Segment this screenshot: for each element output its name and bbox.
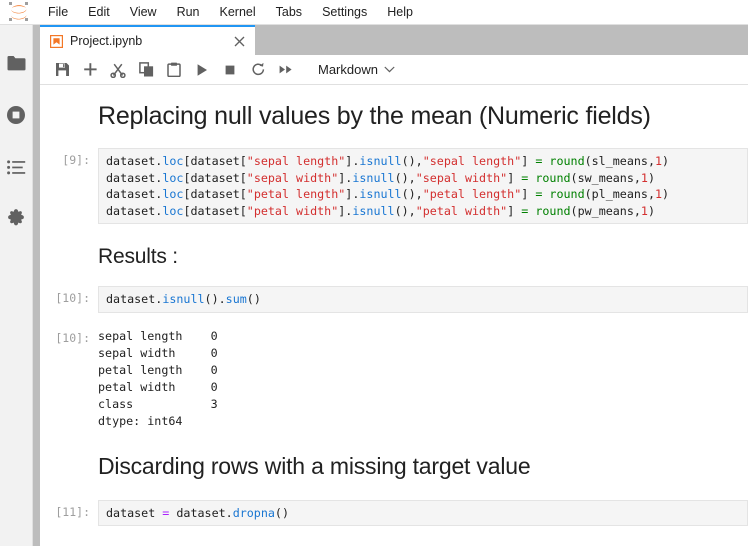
- plus-icon: [83, 63, 97, 76]
- restart-run-all-button[interactable]: [272, 57, 300, 83]
- running-icon: [7, 106, 25, 124]
- menu-help[interactable]: Help: [377, 0, 423, 25]
- markdown-cell-heading-discarding-rows[interactable]: Discarding rows with a missing target va…: [40, 452, 748, 480]
- menu-file[interactable]: File: [38, 0, 78, 25]
- menu-kernel[interactable]: Kernel: [210, 0, 266, 25]
- interrupt-kernel-button[interactable]: [216, 57, 244, 83]
- cell-prompt: [40, 244, 98, 270]
- output-line: petal length 0: [98, 362, 218, 377]
- scissors-icon: [110, 63, 126, 78]
- tab-project-ipynb[interactable]: Project.ipynb: [40, 25, 255, 55]
- code-line: dataset.loc[dataset["sepal width"].isnul…: [106, 170, 656, 185]
- output-body: sepal length 0 sepal width 0 petal lengt…: [98, 326, 748, 430]
- code-cell-isnull-sum[interactable]: [10]: dataset.isnull().sum(): [40, 286, 748, 313]
- code-line: dataset.loc[dataset["petal width"].isnul…: [106, 203, 656, 218]
- cell-prompt: [10]:: [55, 291, 90, 305]
- cell-type-dropdown[interactable]: Markdown: [314, 58, 399, 82]
- markdown-cell-heading-replacing-null[interactable]: Replacing null values by the mean (Numer…: [40, 101, 748, 131]
- menu-view[interactable]: View: [120, 0, 167, 25]
- menu-edit[interactable]: Edit: [78, 0, 120, 25]
- code-cell-dropna[interactable]: [11]: dataset = dataset.dropna(): [40, 499, 748, 526]
- sidebar-item-commands[interactable]: [0, 141, 33, 193]
- folder-icon: [7, 55, 25, 70]
- code-editor[interactable]: dataset.loc[dataset["sepal length"].isnu…: [98, 148, 748, 224]
- jupyter-logo: [0, 0, 38, 25]
- cell-prompt: [11]:: [55, 504, 90, 519]
- page-title: Replacing null values by the mean (Numer…: [98, 102, 651, 130]
- menu-tabs[interactable]: Tabs: [266, 0, 312, 25]
- sidebar-item-file-browser[interactable]: [0, 37, 33, 89]
- restart-kernel-button[interactable]: [244, 57, 272, 83]
- stop-icon: [225, 65, 235, 74]
- output-line: petal width 0: [98, 379, 218, 394]
- menu-run[interactable]: Run: [167, 0, 210, 25]
- close-icon[interactable]: [231, 33, 247, 49]
- sidebar-item-running-terminals[interactable]: [0, 89, 33, 141]
- code-editor[interactable]: dataset = dataset.dropna(): [98, 499, 748, 526]
- markdown-body: Replacing null values by the mean (Numer…: [98, 101, 748, 131]
- jupyterlab-window: File Edit View Run Kernel Tabs Settings …: [0, 0, 748, 546]
- cell-prompt: [40, 101, 98, 131]
- paste-cells-button[interactable]: [160, 57, 188, 83]
- markdown-body: Discarding rows with a missing target va…: [98, 452, 748, 480]
- fast-forward-icon: [279, 65, 292, 74]
- menu-items: File Edit View Run Kernel Tabs Settings …: [38, 0, 423, 25]
- sidebar-item-extension-manager[interactable]: [0, 193, 33, 245]
- commands-icon: [6, 159, 25, 174]
- play-icon: [197, 63, 207, 76]
- output-line: sepal length 0: [98, 328, 218, 343]
- code-line: dataset.loc[dataset["petal length"].isnu…: [106, 187, 670, 201]
- section-title: Results :: [98, 245, 178, 268]
- save-button[interactable]: [48, 57, 76, 83]
- tab-label: Project.ipynb: [70, 34, 143, 48]
- output-prompt: [10]:: [55, 330, 90, 345]
- code-line: dataset.isnull().sum(): [106, 292, 261, 306]
- notebook-panel[interactable]: Replacing null values by the mean (Numer…: [40, 85, 748, 546]
- notebook-icon: [50, 34, 63, 48]
- insert-cell-button[interactable]: [76, 57, 104, 83]
- code-cell-replace-nulls[interactable]: [9]: dataset.loc[dataset["sepal length"]…: [40, 148, 748, 224]
- tab-bar: Project.ipynb: [40, 25, 748, 55]
- code-editor[interactable]: dataset.isnull().sum(): [98, 286, 748, 313]
- copy-icon: [138, 62, 153, 77]
- extensions-icon: [8, 209, 24, 226]
- copy-cells-button[interactable]: [132, 57, 160, 83]
- chevron-down-icon: [384, 66, 395, 73]
- code-line: dataset = dataset.dropna(): [106, 505, 289, 520]
- jupyter-logo-icon: [9, 2, 28, 21]
- cell-prompt: [40, 452, 98, 480]
- output-line: dtype: int64: [98, 413, 183, 428]
- section-title: Discarding rows with a missing target va…: [98, 452, 531, 479]
- save-icon: [55, 63, 69, 76]
- menu-settings[interactable]: Settings: [312, 0, 377, 25]
- paste-icon: [167, 62, 181, 77]
- output-cell-null-counts: [10]: sepal length 0 sepal width 0 petal…: [40, 326, 748, 430]
- notebook-toolbar: Markdown: [40, 55, 748, 85]
- left-activity-bar: [0, 25, 33, 546]
- cell-type-value: Markdown: [318, 62, 378, 77]
- markdown-cell-heading-results[interactable]: Results :: [40, 244, 748, 270]
- run-cell-button[interactable]: [188, 57, 216, 83]
- sidebar-splitter[interactable]: [33, 25, 40, 546]
- code-line: dataset.loc[dataset["sepal length"].isnu…: [106, 154, 670, 168]
- output-line: class 3: [98, 396, 218, 411]
- cut-cells-button[interactable]: [104, 57, 132, 83]
- output-line: sepal width 0: [98, 345, 218, 360]
- restart-icon: [251, 62, 264, 76]
- cell-prompt: [9]:: [62, 153, 90, 167]
- menu-bar: File Edit View Run Kernel Tabs Settings …: [0, 0, 748, 25]
- markdown-body: Results :: [98, 244, 748, 270]
